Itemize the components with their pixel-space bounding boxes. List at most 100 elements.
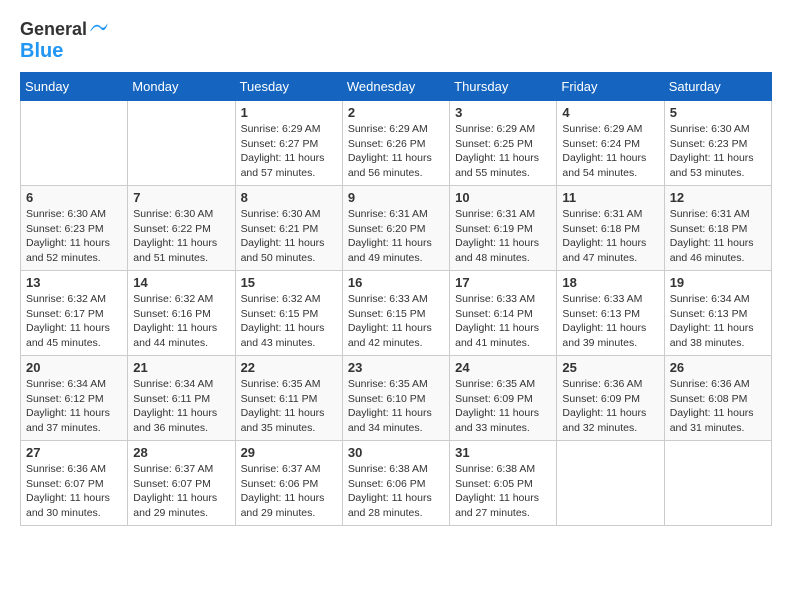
calendar-cell: 2 Sunrise: 6:29 AMSunset: 6:26 PMDaylight…	[342, 101, 449, 186]
logo-icon	[89, 20, 109, 40]
weekday-header-saturday: Saturday	[664, 73, 771, 101]
calendar-cell: 30 Sunrise: 6:38 AMSunset: 6:06 PMDayligh…	[342, 441, 449, 526]
calendar-cell: 28 Sunrise: 6:37 AMSunset: 6:07 PMDayligh…	[128, 441, 235, 526]
day-number: 8	[241, 190, 337, 205]
day-info: Sunrise: 6:31 AMSunset: 6:20 PMDaylight:…	[348, 207, 444, 266]
logo-text-general: General	[20, 20, 87, 40]
calendar-cell: 11Sunrise: 6:31 AMSunset: 6:18 PMDayligh…	[557, 186, 664, 271]
calendar-cell: 31Sunrise: 6:38 AMSunset: 6:05 PMDayligh…	[450, 441, 557, 526]
day-number: 13	[26, 275, 122, 290]
day-number: 16	[348, 275, 444, 290]
day-info: Sunrise: 6:33 AMSunset: 6:15 PMDaylight:…	[348, 292, 444, 351]
calendar-cell: 6Sunrise: 6:30 AMSunset: 6:23 PMDaylight…	[21, 186, 128, 271]
calendar-cell: 29 Sunrise: 6:37 AMSunset: 6:06 PMDayligh…	[235, 441, 342, 526]
day-info: Sunrise: 6:34 AMSunset: 6:13 PMDaylight:…	[670, 292, 766, 351]
day-number: 19	[670, 275, 766, 290]
calendar-cell: 3Sunrise: 6:29 AMSunset: 6:25 PMDaylight…	[450, 101, 557, 186]
calendar-cell: 18 Sunrise: 6:33 AMSunset: 6:13 PMDayligh…	[557, 271, 664, 356]
calendar-cell	[557, 441, 664, 526]
day-info: Sunrise: 6:35 AMSunset: 6:10 PMDaylight:…	[348, 377, 444, 436]
calendar-cell: 14Sunrise: 6:32 AMSunset: 6:16 PMDayligh…	[128, 271, 235, 356]
day-info: Sunrise: 6:34 AMSunset: 6:12 PMDaylight:…	[26, 377, 122, 436]
calendar-cell: 10 Sunrise: 6:31 AMSunset: 6:19 PMDayligh…	[450, 186, 557, 271]
day-number: 28	[133, 445, 229, 460]
day-info: Sunrise: 6:30 AMSunset: 6:21 PMDaylight:…	[241, 207, 337, 266]
day-number: 2	[348, 105, 444, 120]
calendar-cell: 21 Sunrise: 6:34 AMSunset: 6:11 PMDayligh…	[128, 356, 235, 441]
day-number: 27	[26, 445, 122, 460]
day-info: Sunrise: 6:33 AMSunset: 6:13 PMDaylight:…	[562, 292, 658, 351]
day-number: 1	[241, 105, 337, 120]
weekday-header-thursday: Thursday	[450, 73, 557, 101]
calendar-cell: 25 Sunrise: 6:36 AMSunset: 6:09 PMDayligh…	[557, 356, 664, 441]
day-info: Sunrise: 6:35 AMSunset: 6:09 PMDaylight:…	[455, 377, 551, 436]
calendar-cell: 19 Sunrise: 6:34 AMSunset: 6:13 PMDayligh…	[664, 271, 771, 356]
day-info: Sunrise: 6:36 AMSunset: 6:09 PMDaylight:…	[562, 377, 658, 436]
day-info: Sunrise: 6:31 AMSunset: 6:18 PMDaylight:…	[562, 207, 658, 266]
day-info: Sunrise: 6:37 AMSunset: 6:07 PMDaylight:…	[133, 462, 229, 521]
day-info: Sunrise: 6:29 AMSunset: 6:27 PMDaylight:…	[241, 122, 337, 181]
logo: General Blue	[20, 20, 109, 62]
day-number: 3	[455, 105, 551, 120]
page-header: General Blue	[20, 20, 772, 62]
calendar-cell	[128, 101, 235, 186]
day-number: 29	[241, 445, 337, 460]
calendar-table: SundayMondayTuesdayWednesdayThursdayFrid…	[20, 72, 772, 526]
calendar-cell: 27 Sunrise: 6:36 AMSunset: 6:07 PMDayligh…	[21, 441, 128, 526]
day-info: Sunrise: 6:34 AMSunset: 6:11 PMDaylight:…	[133, 377, 229, 436]
day-number: 31	[455, 445, 551, 460]
day-number: 7	[133, 190, 229, 205]
calendar-cell: 26 Sunrise: 6:36 AMSunset: 6:08 PMDayligh…	[664, 356, 771, 441]
calendar-cell: 20 Sunrise: 6:34 AMSunset: 6:12 PMDayligh…	[21, 356, 128, 441]
logo-text-blue: Blue	[20, 40, 63, 62]
day-info: Sunrise: 6:36 AMSunset: 6:07 PMDaylight:…	[26, 462, 122, 521]
day-number: 20	[26, 360, 122, 375]
day-number: 12	[670, 190, 766, 205]
day-number: 10	[455, 190, 551, 205]
calendar-cell: 16 Sunrise: 6:33 AMSunset: 6:15 PMDayligh…	[342, 271, 449, 356]
day-info: Sunrise: 6:36 AMSunset: 6:08 PMDaylight:…	[670, 377, 766, 436]
calendar-cell: 23 Sunrise: 6:35 AMSunset: 6:10 PMDayligh…	[342, 356, 449, 441]
day-info: Sunrise: 6:32 AMSunset: 6:17 PMDaylight:…	[26, 292, 122, 351]
calendar-cell: 7 Sunrise: 6:30 AMSunset: 6:22 PMDaylight…	[128, 186, 235, 271]
day-number: 30	[348, 445, 444, 460]
day-number: 17	[455, 275, 551, 290]
day-number: 22	[241, 360, 337, 375]
day-info: Sunrise: 6:29 AMSunset: 6:26 PMDaylight:…	[348, 122, 444, 181]
day-number: 21	[133, 360, 229, 375]
calendar-cell: 13 Sunrise: 6:32 AMSunset: 6:17 PMDayligh…	[21, 271, 128, 356]
calendar-cell: 12Sunrise: 6:31 AMSunset: 6:18 PMDayligh…	[664, 186, 771, 271]
calendar-cell: 24 Sunrise: 6:35 AMSunset: 6:09 PMDayligh…	[450, 356, 557, 441]
calendar-cell: 1 Sunrise: 6:29 AMSunset: 6:27 PMDaylight…	[235, 101, 342, 186]
calendar-cell: 15Sunrise: 6:32 AMSunset: 6:15 PMDayligh…	[235, 271, 342, 356]
day-info: Sunrise: 6:30 AMSunset: 6:23 PMDaylight:…	[670, 122, 766, 181]
day-number: 5	[670, 105, 766, 120]
weekday-header-monday: Monday	[128, 73, 235, 101]
calendar-cell: 17 Sunrise: 6:33 AMSunset: 6:14 PMDayligh…	[450, 271, 557, 356]
calendar-cell: 8 Sunrise: 6:30 AMSunset: 6:21 PMDaylight…	[235, 186, 342, 271]
day-info: Sunrise: 6:37 AMSunset: 6:06 PMDaylight:…	[241, 462, 337, 521]
day-number: 24	[455, 360, 551, 375]
calendar-cell: 5 Sunrise: 6:30 AMSunset: 6:23 PMDaylight…	[664, 101, 771, 186]
day-number: 6	[26, 190, 122, 205]
calendar-cell	[664, 441, 771, 526]
day-number: 18	[562, 275, 658, 290]
day-number: 14	[133, 275, 229, 290]
calendar-cell: 9Sunrise: 6:31 AMSunset: 6:20 PMDaylight…	[342, 186, 449, 271]
day-number: 4	[562, 105, 658, 120]
day-number: 23	[348, 360, 444, 375]
day-info: Sunrise: 6:33 AMSunset: 6:14 PMDaylight:…	[455, 292, 551, 351]
day-number: 25	[562, 360, 658, 375]
day-number: 15	[241, 275, 337, 290]
day-info: Sunrise: 6:31 AMSunset: 6:19 PMDaylight:…	[455, 207, 551, 266]
calendar-cell	[21, 101, 128, 186]
day-info: Sunrise: 6:38 AMSunset: 6:06 PMDaylight:…	[348, 462, 444, 521]
day-info: Sunrise: 6:35 AMSunset: 6:11 PMDaylight:…	[241, 377, 337, 436]
day-info: Sunrise: 6:29 AMSunset: 6:24 PMDaylight:…	[562, 122, 658, 181]
calendar-cell: 4 Sunrise: 6:29 AMSunset: 6:24 PMDaylight…	[557, 101, 664, 186]
day-number: 26	[670, 360, 766, 375]
weekday-header-wednesday: Wednesday	[342, 73, 449, 101]
weekday-header-sunday: Sunday	[21, 73, 128, 101]
day-info: Sunrise: 6:30 AMSunset: 6:22 PMDaylight:…	[133, 207, 229, 266]
calendar-cell: 22 Sunrise: 6:35 AMSunset: 6:11 PMDayligh…	[235, 356, 342, 441]
